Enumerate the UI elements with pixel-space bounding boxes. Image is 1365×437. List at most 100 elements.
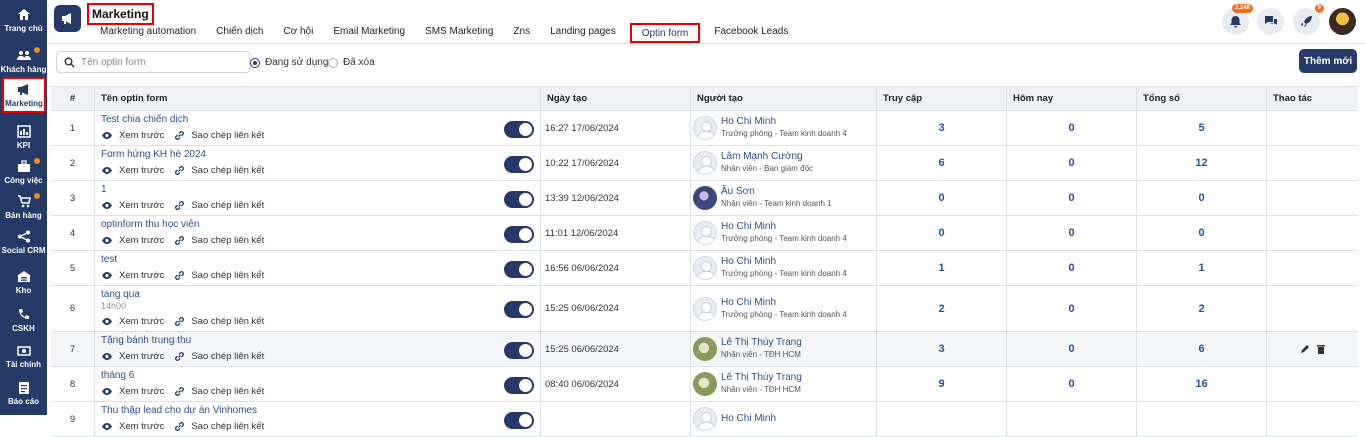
notification-button[interactable]: 2,248 bbox=[1222, 4, 1253, 35]
status-toggle[interactable] bbox=[504, 261, 534, 278]
today-count: 0 bbox=[1007, 111, 1137, 145]
copy-link[interactable]: Sao chép liên kết bbox=[174, 386, 264, 397]
creator-name[interactable]: Lê Thị Thùy Trang bbox=[721, 337, 802, 349]
copy-link[interactable]: Sao chép liên kết bbox=[174, 270, 264, 281]
status-toggle[interactable] bbox=[504, 191, 534, 208]
preview-link[interactable]: Xem trước bbox=[101, 235, 164, 246]
creator-name[interactable]: Lê Thị Thùy Trang bbox=[721, 372, 802, 384]
creator-cell: Lâm Mạnh Cường Nhân viên - Ban giám đốc bbox=[691, 146, 877, 180]
add-new-button[interactable]: Thêm mới bbox=[1299, 49, 1357, 73]
form-name-link[interactable]: tháng 6 bbox=[101, 370, 134, 381]
copy-link[interactable]: Sao chép liên kết bbox=[174, 235, 264, 246]
sidebar-item-briefcase[interactable]: Công việc bbox=[0, 152, 47, 192]
bell-icon bbox=[1230, 16, 1241, 28]
preview-link[interactable]: Xem trước bbox=[101, 421, 164, 432]
creator-name[interactable]: Lâm Mạnh Cường bbox=[721, 151, 813, 163]
users-icon bbox=[16, 49, 31, 62]
megaphone-icon[interactable] bbox=[54, 5, 81, 32]
search-input[interactable] bbox=[81, 55, 241, 69]
rocket-button[interactable]: 9 bbox=[1293, 4, 1324, 35]
status-toggle[interactable] bbox=[504, 301, 534, 318]
status-toggle[interactable] bbox=[504, 121, 534, 138]
preview-link[interactable]: Xem trước bbox=[101, 351, 164, 362]
preview-link[interactable]: Xem trước bbox=[101, 165, 164, 176]
sidebar-item-share[interactable]: Social CRM bbox=[0, 222, 47, 262]
notification-badge: 2,248 bbox=[1231, 4, 1253, 13]
total-count: 2 bbox=[1137, 286, 1267, 331]
status-toggle[interactable] bbox=[504, 377, 534, 394]
form-name-link[interactable]: test bbox=[101, 254, 117, 265]
copy-link[interactable]: Sao chép liên kết bbox=[174, 421, 264, 432]
filter-deleted-radio[interactable]: Đã xóa bbox=[328, 57, 375, 68]
link-icon bbox=[175, 201, 185, 210]
created-date: 11:01 12/06/2024 bbox=[541, 216, 691, 250]
status-toggle[interactable] bbox=[504, 226, 534, 243]
form-name-link[interactable]: Tặng bánh trung thu bbox=[101, 335, 191, 346]
preview-link[interactable]: Xem trước bbox=[101, 130, 164, 141]
creator-name[interactable]: Ho Chi Minh bbox=[721, 221, 847, 233]
preview-link[interactable]: Xem trước bbox=[101, 270, 164, 281]
tab-sms-marketing[interactable]: SMS Marketing bbox=[415, 23, 503, 43]
sidebar-item-users[interactable]: Khách hàng bbox=[0, 41, 47, 81]
creator-name[interactable]: Âu Sơn bbox=[721, 186, 832, 198]
preview-link[interactable]: Xem trước bbox=[101, 386, 164, 397]
sidebar-item-cart[interactable]: Bán hàng bbox=[0, 187, 47, 227]
form-name-link[interactable]: Thu thập lead cho dự án Vinhomes bbox=[101, 405, 257, 416]
table-row[interactable]: 3 1 Xem trước Sao chép liên kết 13:39 12/06/… bbox=[51, 181, 1358, 216]
status-toggle[interactable] bbox=[504, 342, 534, 359]
tab-cơ-hội[interactable]: Cơ hội bbox=[273, 23, 323, 43]
edit-icon[interactable] bbox=[1300, 344, 1310, 354]
sidebar-item-label: Social CRM bbox=[1, 245, 46, 255]
tab-optin-form[interactable]: Optin form bbox=[629, 23, 701, 43]
sidebar-item-report[interactable]: Báo cáo bbox=[0, 373, 47, 413]
sidebar-item-money[interactable]: Tài chính bbox=[0, 336, 47, 376]
form-name-link[interactable]: 1 bbox=[101, 184, 107, 195]
creator-name[interactable]: Ho Chi Minh bbox=[721, 297, 847, 309]
avatar bbox=[693, 221, 717, 245]
tab-zns[interactable]: Zns bbox=[503, 23, 540, 43]
row-number: 4 bbox=[51, 216, 95, 250]
chat-button[interactable] bbox=[1257, 8, 1284, 35]
table-row[interactable]: 9 Thu thập lead cho dự án Vinhomes Xem trư… bbox=[51, 402, 1358, 437]
sidebar-item-warehouse[interactable]: Kho bbox=[0, 262, 47, 302]
copy-link[interactable]: Sao chép liên kết bbox=[174, 200, 264, 211]
copy-link[interactable]: Sao chép liên kết bbox=[174, 130, 264, 141]
preview-label: Xem trước bbox=[119, 200, 165, 211]
delete-icon[interactable] bbox=[1316, 344, 1326, 355]
tab-email-marketing[interactable]: Email Marketing bbox=[323, 23, 415, 43]
sidebar-item-home[interactable]: Trang chủ bbox=[0, 0, 47, 40]
table-row[interactable]: 7 Tặng bánh trung thu Xem trước Sao chép li… bbox=[51, 332, 1358, 367]
table-row[interactable]: 8 tháng 6 Xem trước Sao chép liên kết 08:40 … bbox=[51, 367, 1358, 402]
table-row[interactable]: 6 tang qua 14h00 Xem trước Sao chép liên kết… bbox=[51, 286, 1358, 332]
sidebar-item-phone[interactable]: CSKH bbox=[0, 300, 47, 340]
form-name-link[interactable]: Test chia chiến dịch bbox=[101, 114, 188, 125]
copy-link[interactable]: Sao chép liên kết bbox=[174, 165, 264, 176]
status-toggle[interactable] bbox=[504, 156, 534, 173]
copy-link[interactable]: Sao chép liên kết bbox=[174, 316, 264, 327]
creator-name[interactable]: Ho Chi Minh bbox=[721, 116, 847, 128]
filter-active-radio[interactable]: Đang sử dụng bbox=[250, 57, 328, 68]
form-name-link[interactable]: optinform thu học viên bbox=[101, 219, 199, 230]
total-count: 16 bbox=[1137, 367, 1267, 401]
row-number: 2 bbox=[51, 146, 95, 180]
form-name-link[interactable]: Form hứng KH hè 2024 bbox=[101, 149, 206, 160]
form-name-link[interactable]: tang qua bbox=[101, 289, 140, 300]
creator-name[interactable]: Ho Chi Minh bbox=[721, 256, 847, 268]
sidebar-item-megaphone[interactable]: Marketing bbox=[2, 77, 46, 113]
preview-link[interactable]: Xem trước bbox=[101, 316, 164, 327]
tab-facebook-leads[interactable]: Facebook Leads bbox=[704, 23, 798, 43]
tab-landing-pages[interactable]: Landing pages bbox=[540, 23, 626, 43]
tab-chiến-dịch[interactable]: Chiến dịch bbox=[206, 23, 273, 43]
table-row[interactable]: 1 Test chia chiến dịch Xem trước Sao chép l… bbox=[51, 111, 1358, 146]
preview-link[interactable]: Xem trước bbox=[101, 200, 164, 211]
form-name-cell: optinform thu học viên Xem trước Sao chép … bbox=[95, 216, 541, 250]
user-avatar[interactable] bbox=[1329, 8, 1356, 35]
table-row[interactable]: 5 test Xem trước Sao chép liên kết 16:56 06/… bbox=[51, 251, 1358, 286]
copy-link[interactable]: Sao chép liên kết bbox=[174, 351, 264, 362]
phone-icon bbox=[17, 308, 31, 321]
tab-marketing-automation[interactable]: Marketing automation bbox=[90, 23, 206, 43]
sidebar-item-chart[interactable]: KPI bbox=[0, 117, 47, 157]
today-count: 0 bbox=[1007, 286, 1137, 331]
table-row[interactable]: 4 optinform thu học viên Xem trước Sao chép… bbox=[51, 216, 1358, 251]
table-row[interactable]: 2 Form hứng KH hè 2024 Xem trước Sao chép l… bbox=[51, 146, 1358, 181]
